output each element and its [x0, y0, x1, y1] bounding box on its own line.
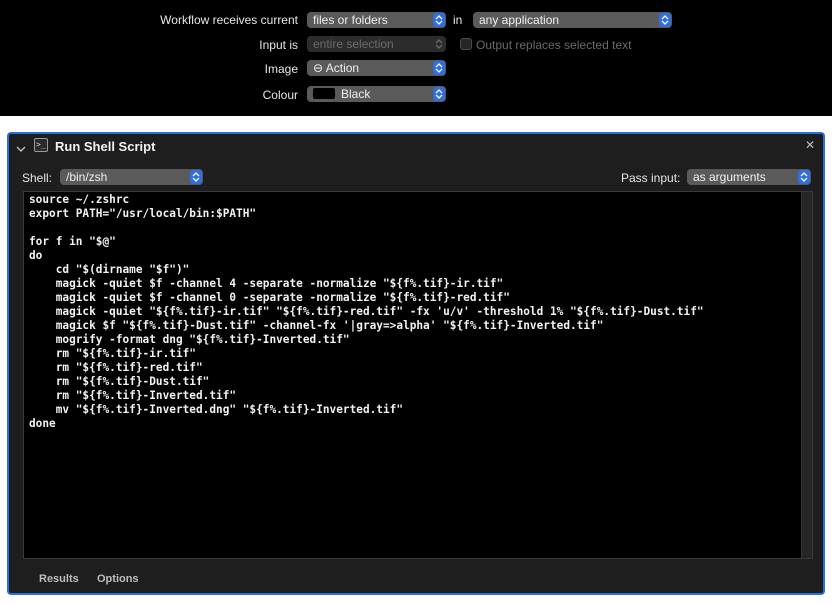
code-line: mogrify -format dng "${f%.tif}-Inverted.…	[29, 333, 350, 346]
code-line: done	[29, 417, 56, 430]
scrollbar[interactable]	[801, 192, 812, 558]
chevron-down-icon[interactable]	[16, 142, 26, 156]
code-line: rm "${f%.tif}-ir.tif"	[29, 347, 196, 360]
in-label: in	[453, 13, 463, 27]
colour-value: Black	[341, 87, 371, 101]
input-is-popup[interactable]: entire selection	[307, 36, 446, 52]
stepper-icon	[433, 13, 445, 27]
code-line: export PATH="/usr/local/bin:$PATH"	[29, 207, 257, 220]
colour-label: Colour	[262, 88, 298, 102]
stepper-icon	[798, 170, 810, 184]
image-value: ⊖ Action	[313, 61, 360, 75]
input-is-label: Input is	[259, 38, 298, 52]
code-line: magick $f "${f%.tif}-Dust.tif" -channel-…	[29, 319, 604, 332]
terminal-icon: >_	[34, 138, 48, 152]
code-line: magick -quiet $f -channel 4 -separate -n…	[29, 277, 504, 290]
workflow-config-panel: Workflow receives current files or folde…	[0, 0, 832, 116]
action-title: Run Shell Script	[55, 139, 156, 154]
output-replaces-label: Output replaces selected text	[476, 38, 632, 52]
tab-results[interactable]: Results	[39, 573, 79, 585]
image-popup[interactable]: ⊖ Action	[307, 60, 446, 76]
image-label: Image	[264, 62, 298, 76]
application-value: any application	[479, 13, 560, 27]
code-line: for f in "$@"	[29, 235, 116, 248]
shell-label: Shell:	[22, 171, 53, 185]
pass-input-popup[interactable]: as arguments	[687, 169, 811, 185]
stepper-icon	[190, 170, 202, 184]
tab-options[interactable]: Options	[97, 573, 139, 585]
receives-popup[interactable]: files or folders	[307, 12, 446, 28]
colour-popup[interactable]: Black	[307, 86, 446, 102]
code-line: rm "${f%.tif}-Dust.tif"	[29, 375, 210, 388]
code-line: source ~/.zshrc	[29, 193, 130, 206]
code-line: rm "${f%.tif}-red.tif"	[29, 361, 203, 374]
action-footer-tabs: Results Options	[9, 567, 823, 593]
stepper-icon	[659, 13, 671, 27]
stepper-icon	[433, 87, 445, 101]
run-shell-script-action[interactable]: >_ Run Shell Script ✕ Shell: /bin/zsh Pa…	[7, 132, 825, 595]
close-icon[interactable]: ✕	[805, 138, 815, 152]
shell-value: /bin/zsh	[66, 170, 108, 184]
pass-input-value: as arguments	[693, 170, 766, 184]
receives-label: Workflow receives current	[160, 13, 298, 27]
code-line: rm "${f%.tif}-Inverted.tif"	[29, 389, 237, 402]
script-editor[interactable]: source ~/.zshrc export PATH="/usr/local/b…	[23, 191, 813, 559]
colour-swatch	[313, 88, 335, 99]
code-line: do	[29, 249, 43, 262]
output-replaces-checkbox[interactable]	[460, 38, 472, 50]
script-code[interactable]: source ~/.zshrc export PATH="/usr/local/b…	[29, 193, 798, 431]
shell-popup[interactable]: /bin/zsh	[60, 169, 203, 185]
stepper-icon	[433, 37, 445, 51]
application-popup[interactable]: any application	[473, 12, 672, 28]
stepper-icon	[433, 61, 445, 75]
input-is-value: entire selection	[313, 37, 394, 51]
pass-input-label: Pass input:	[621, 171, 681, 185]
code-line: magick -quiet $f -channel 0 -separate -n…	[29, 291, 510, 304]
code-line: mv "${f%.tif}-Inverted.dng" "${f%.tif}-I…	[29, 403, 404, 416]
code-line: magick -quiet "${f%.tif}-ir.tif" "${f%.t…	[29, 305, 704, 318]
receives-value: files or folders	[313, 13, 388, 27]
code-line: cd "$(dirname "$f")"	[29, 263, 190, 276]
